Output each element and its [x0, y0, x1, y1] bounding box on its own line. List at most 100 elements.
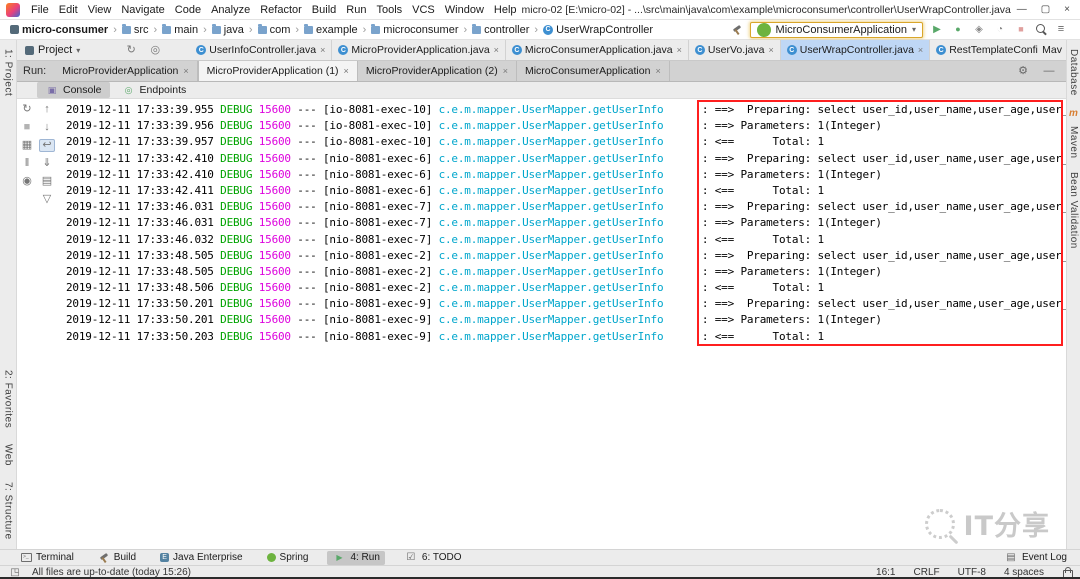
close-icon[interactable]: × [676, 45, 682, 55]
toolwindow-button[interactable]: 2: Favorites [3, 367, 14, 431]
log-line: 2019-12-11 17:33:46.031 DEBUG 15600 --- … [66, 200, 1066, 214]
view-tab-console[interactable]: ▣ Console [37, 82, 110, 98]
run-config-selector[interactable]: MicroConsumerApplication ▾ [749, 21, 923, 38]
locate-icon[interactable]: ◎ [148, 43, 162, 57]
pin-icon[interactable]: ◉ [19, 175, 35, 188]
stop-icon[interactable]: ■ [19, 121, 35, 134]
clear-all-icon[interactable]: ▽ [39, 193, 55, 206]
search-icon[interactable] [1035, 23, 1047, 35]
menu-item-refactor[interactable]: Refactor [255, 4, 307, 16]
toolwindow-button[interactable]: Spring [262, 551, 314, 565]
menu-item-build[interactable]: Build [307, 4, 341, 16]
run-tab[interactable]: MicroConsumerApplication × [517, 61, 670, 81]
scroll-to-end-icon[interactable]: ⇓ [39, 157, 55, 170]
run-tab[interactable]: MicroProviderApplication (2) × [358, 61, 517, 81]
restore-layout-icon[interactable]: ▦ [19, 139, 35, 152]
breadcrumb-item[interactable]: src [120, 23, 151, 36]
run-tab[interactable]: MicroProviderApplication × [54, 61, 198, 81]
down-stack-icon[interactable]: ↓ [39, 121, 55, 134]
breadcrumb-item[interactable]: microconsumer [369, 23, 460, 36]
breadcrumb-item[interactable]: main [160, 23, 200, 36]
run-tab[interactable]: MicroProviderApplication (1) × [197, 61, 358, 81]
console-log[interactable]: 2019-12-11 17:33:39.955 DEBUG 15600 --- … [57, 99, 1066, 549]
pause-output-icon[interactable]: ‖ [19, 157, 35, 170]
menu-item-analyze[interactable]: Analyze [206, 4, 255, 16]
more-icon[interactable]: ≡ [1054, 23, 1068, 37]
menu-item-window[interactable]: Window [440, 4, 489, 16]
up-stack-icon[interactable]: ↑ [39, 103, 55, 116]
console-panel: ↻ ■ ▦ ‖ ◉ ↑ ↓ ↩ ⇓ ▤ ▽ 2019-12-11 17:33:39.955 DEB… [17, 99, 1066, 549]
menu-item-navigate[interactable]: Navigate [116, 4, 169, 16]
breadcrumb-item[interactable]: example [302, 23, 360, 36]
toolwindow-button[interactable]: Database [1068, 46, 1079, 99]
close-button[interactable]: × [1064, 4, 1070, 15]
breadcrumb-item[interactable]: micro-consumer [8, 24, 110, 36]
breadcrumb-item[interactable]: java [210, 23, 246, 36]
close-icon[interactable]: × [654, 66, 660, 76]
menu-item-view[interactable]: View [83, 4, 117, 16]
toolwindow-button[interactable]: ▶ 4: Run [327, 550, 385, 565]
title-bar: File Edit View Navigate Code Analyze Refactor B… [0, 0, 1080, 20]
view-tab-endpoints[interactable]: ◎ Endpoints [114, 82, 195, 98]
toolwindow-button[interactable]: Bean Validation [1068, 169, 1079, 252]
breadcrumb-item[interactable]: UserWrapController [541, 24, 655, 36]
soft-wrap-icon[interactable]: ↩ [39, 139, 55, 152]
editor-tab[interactable]: UserVo.java× [689, 40, 781, 60]
editor-tab[interactable]: UserWrapController.java× [780, 40, 931, 60]
editor-tab[interactable]: MicroProviderApplication.java× [332, 40, 506, 60]
menu-item-help[interactable]: Help [489, 4, 522, 16]
editor-tab[interactable]: UserInfoController.java× [190, 40, 333, 60]
breadcrumb: micro-consumer › src › main › java › com › example… [8, 23, 655, 36]
run-icon[interactable]: ▶ [930, 23, 944, 37]
gear-icon[interactable]: ⚙ [1016, 64, 1030, 78]
toolwindow-button[interactable]: Terminal [16, 551, 79, 565]
toolwindow-button[interactable]: Java Enterprise [155, 551, 247, 565]
menu-item-code[interactable]: Code [170, 4, 206, 16]
view-tab-strip: ▣ Console ◎ Endpoints [17, 82, 1066, 99]
breadcrumb-separator: › [248, 23, 253, 36]
bottom-tool-bar: Terminal Build Java Enterprise Spring ▶4: Ru… [0, 549, 1080, 565]
breadcrumb-item[interactable]: controller [470, 23, 531, 36]
toolwindow-button[interactable]: ☑ 6: TODO [399, 551, 467, 565]
profiler-icon[interactable]: ◔ [993, 23, 1007, 37]
debug-icon[interactable]: ● [951, 23, 965, 37]
editor-tab-overflow[interactable]: Mav [1038, 40, 1066, 60]
toolwindow-button[interactable]: m Maven [1067, 107, 1080, 162]
breadcrumb-separator: › [153, 23, 158, 36]
close-icon[interactable]: × [502, 66, 508, 76]
menu-item-vcs[interactable]: VCS [407, 4, 440, 16]
ide-window: File Edit View Navigate Code Analyze Refactor B… [0, 0, 1080, 579]
editor-tab[interactable]: MicroConsumerApplication.java× [506, 40, 689, 60]
event-log-button[interactable]: ▤ Event Log [999, 551, 1072, 565]
menu-item-run[interactable]: Run [341, 4, 371, 16]
editor-tab[interactable]: RestTemplateConfiguration.java× [930, 40, 1038, 60]
menu-item-tools[interactable]: Tools [371, 4, 407, 16]
maximize-button[interactable]: ▢ [1041, 4, 1050, 15]
project-selector[interactable]: Project ▾ [17, 40, 88, 60]
toolwindow-button[interactable]: 7: Structure [3, 479, 14, 543]
run-header-actions: ⚙ — [1016, 61, 1066, 81]
toolwindow-button[interactable]: Build [93, 551, 141, 565]
minimize-icon[interactable]: — [1042, 64, 1056, 78]
minimize-button[interactable]: — [1017, 4, 1027, 15]
close-icon[interactable]: × [917, 45, 923, 55]
breadcrumb-item[interactable]: com [256, 23, 293, 36]
bottom-bar-right: ▤ Event Log [999, 551, 1072, 565]
menu-item-edit[interactable]: Edit [54, 4, 83, 16]
toolwindow-button[interactable]: Web [3, 441, 14, 469]
toolwindow-button[interactable]: 1: Project [3, 46, 14, 99]
close-icon[interactable]: × [343, 66, 349, 76]
coverage-icon[interactable]: ◈ [972, 23, 986, 37]
class-icon [196, 45, 207, 55]
close-icon[interactable]: × [767, 45, 773, 55]
close-icon[interactable]: × [182, 66, 188, 76]
rerun-icon[interactable]: ↻ [19, 103, 35, 116]
stop-icon[interactable]: ■ [1014, 23, 1028, 37]
refresh-icon[interactable]: ↻ [124, 43, 138, 57]
folder-icon [472, 23, 482, 34]
close-icon[interactable]: × [319, 45, 325, 55]
build-icon[interactable] [731, 24, 743, 36]
close-icon[interactable]: × [493, 45, 499, 55]
menu-item-file[interactable]: File [26, 4, 54, 16]
print-icon[interactable]: ▤ [39, 175, 55, 188]
